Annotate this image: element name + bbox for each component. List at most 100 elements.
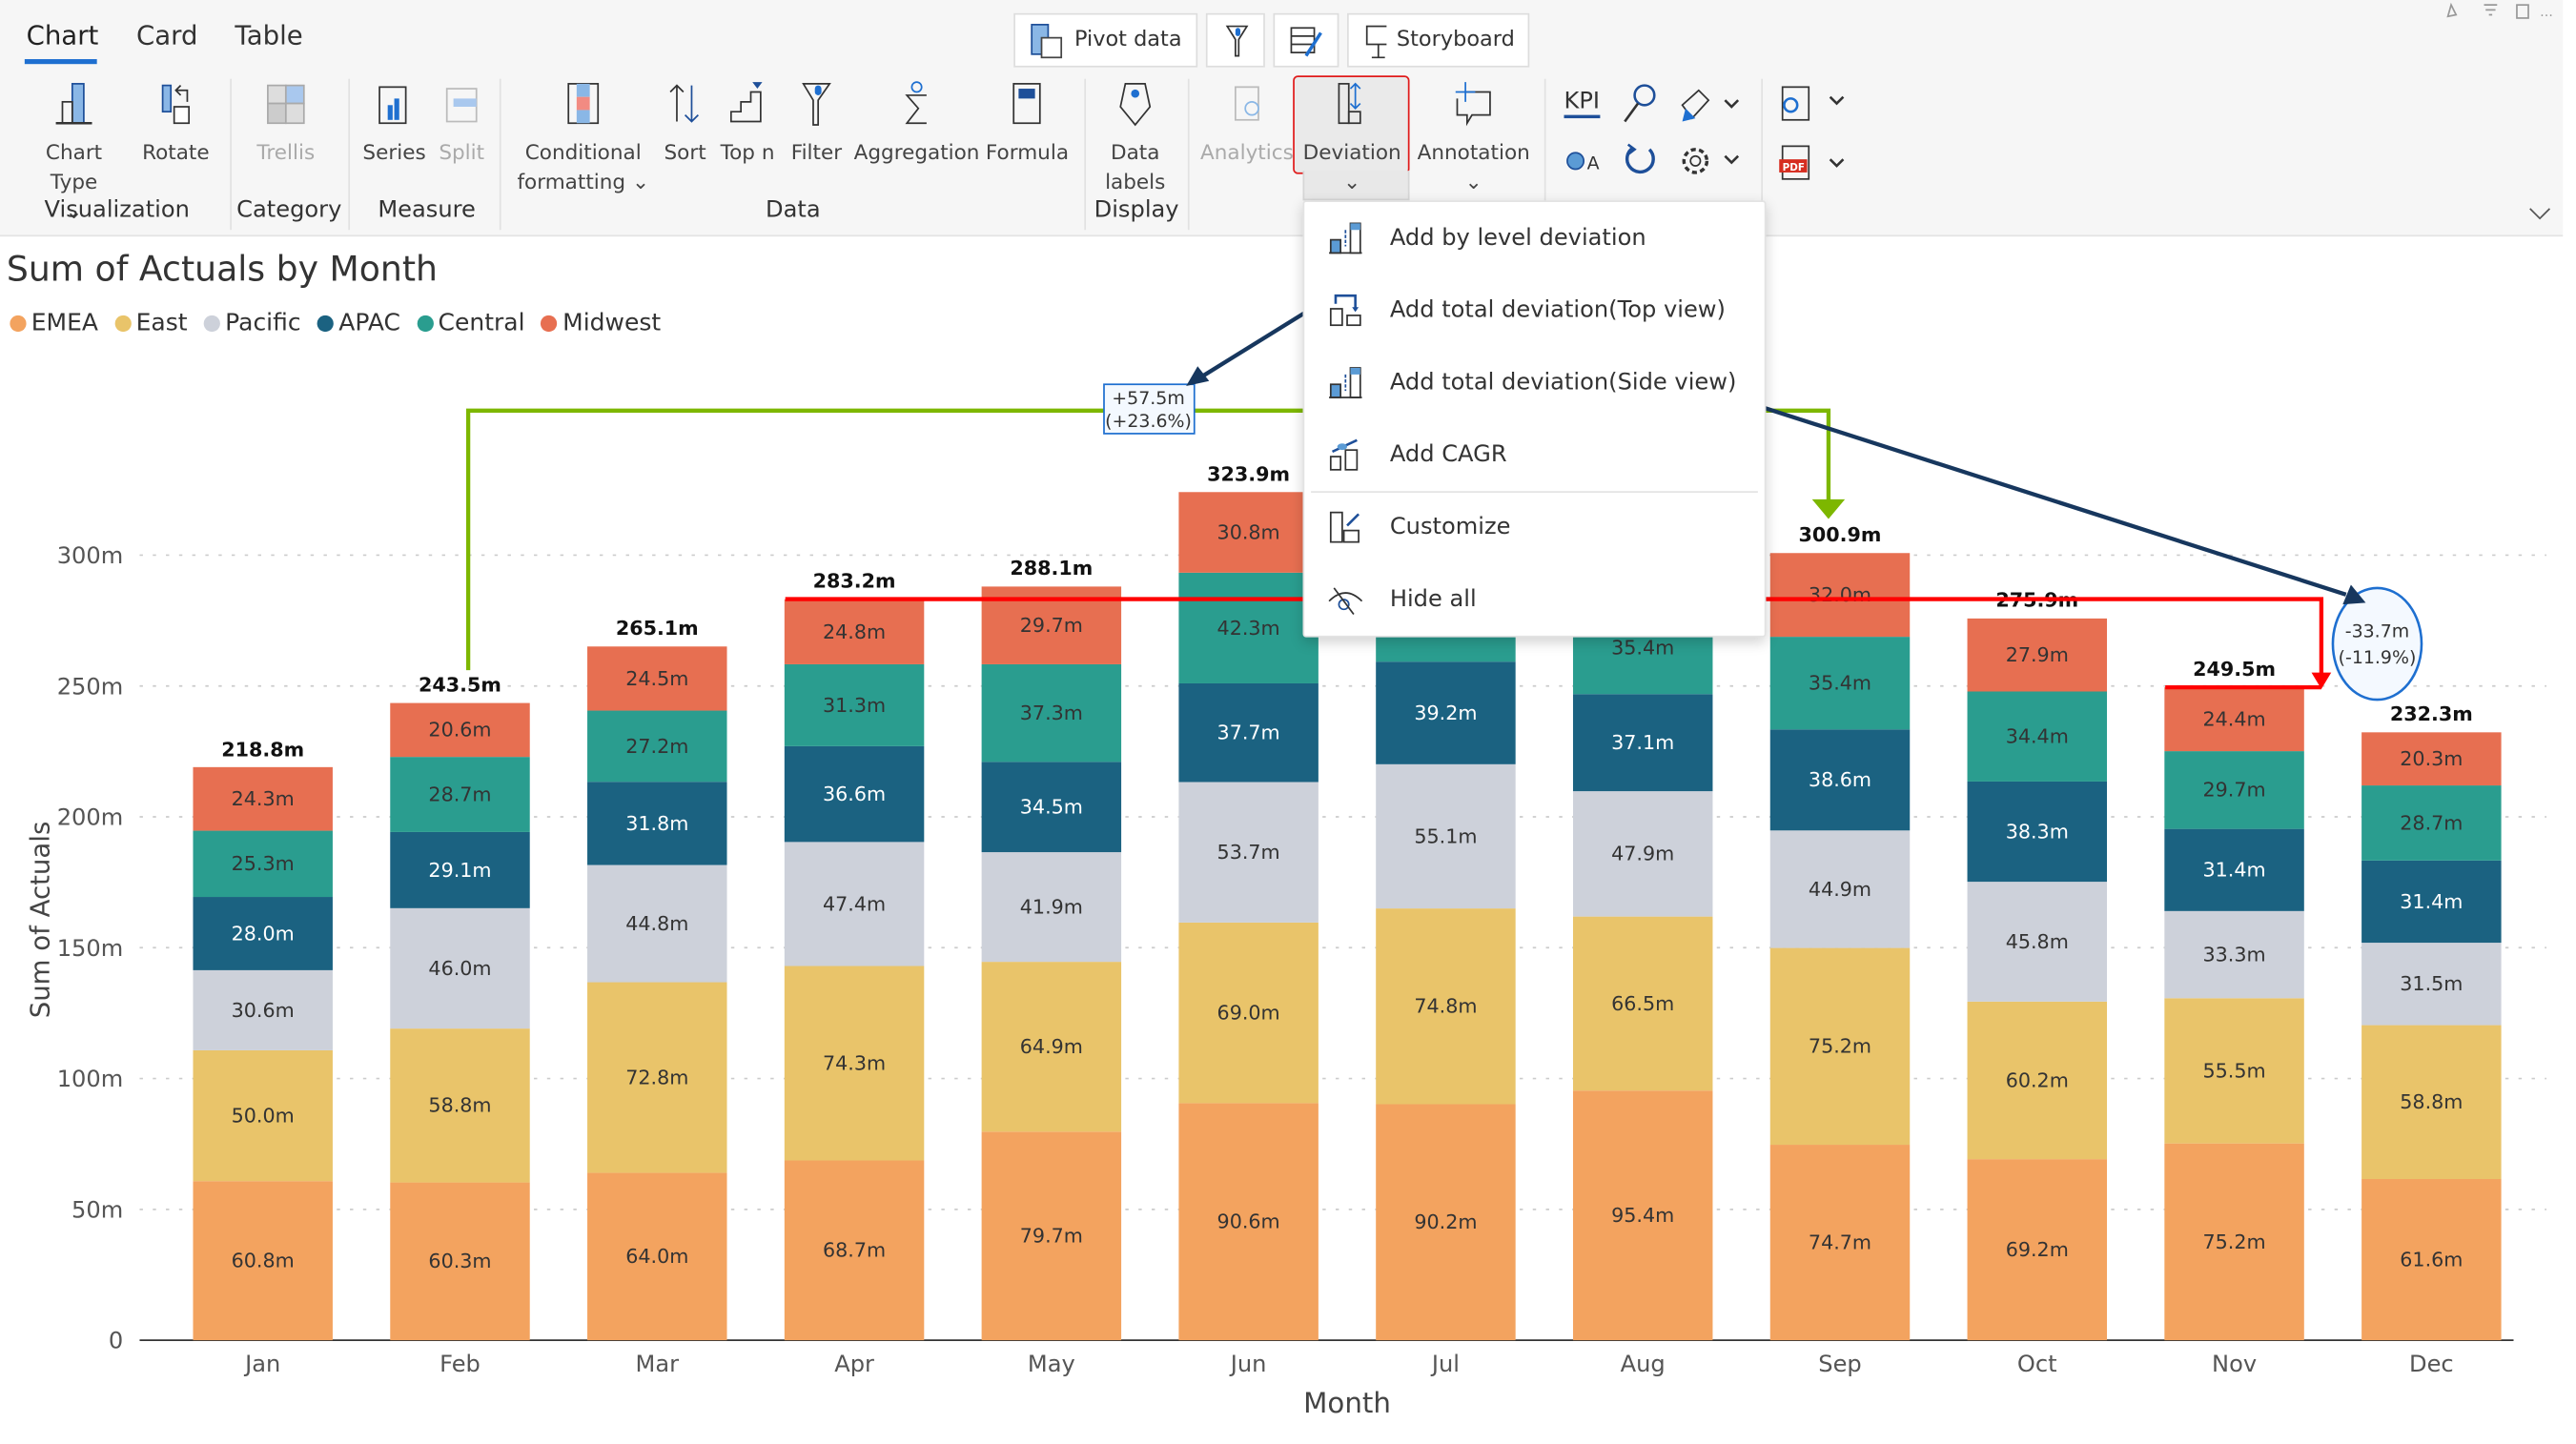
deviation-percent: (-11.9%) <box>2339 647 2417 668</box>
data-label: 58.8m <box>2400 1090 2463 1113</box>
data-label: 75.2m <box>1809 1035 1871 1058</box>
eye-hidden-icon <box>1328 587 1363 615</box>
menu-item-label: Add CAGR <box>1389 441 1507 469</box>
data-label: 74.8m <box>1414 995 1477 1018</box>
data-label: 28.7m <box>428 783 491 805</box>
data-label: 74.7m <box>1809 1230 1871 1253</box>
data-label: 60.8m <box>232 1250 295 1272</box>
stacked-bar-chart: 0 50m 100m 150m 200m 250m 300m Sum of Actuals Mo… <box>25 301 2546 1419</box>
data-label: 24.3m <box>232 787 295 810</box>
top-view-deviation-icon <box>1329 294 1361 327</box>
data-label: 33.3m <box>2203 943 2266 966</box>
data-label: 42.3m <box>1217 617 1280 640</box>
menu-item-add-by-level-deviation[interactable]: Add by level deviation <box>1304 205 1764 271</box>
callout-arrow-top-view <box>1201 301 1320 378</box>
data-label: 30.6m <box>232 999 295 1022</box>
x-tick-label: Jan <box>243 1351 280 1377</box>
data-label: 20.3m <box>2400 747 2463 770</box>
data-label: 31.4m <box>2203 859 2266 882</box>
data-label: 60.2m <box>2006 1068 2069 1091</box>
deviation-label-circle <box>2331 586 2423 702</box>
deviation-value: +57.5m <box>1112 388 1184 409</box>
x-axis-title: Month <box>1303 1387 1391 1419</box>
menu-divider <box>1311 491 1758 493</box>
data-label: 44.8m <box>625 912 688 935</box>
menu-item-label: Hide all <box>1389 586 1477 613</box>
data-label: 64.9m <box>1020 1035 1083 1058</box>
data-label: 61.6m <box>2400 1248 2463 1271</box>
data-label: 29.7m <box>1020 614 1083 637</box>
total-label: 249.5m <box>2193 658 2276 681</box>
y-tick-label: 50m <box>72 1196 123 1223</box>
side-view-deviation-icon <box>1329 367 1362 398</box>
menu-item-label: Add total deviation(Side view) <box>1389 369 1737 397</box>
data-label: 74.3m <box>823 1051 886 1074</box>
menu-item-add-total-deviation-side-view[interactable]: Add total deviation(Side view) <box>1304 350 1764 416</box>
data-label: 47.9m <box>1611 843 1674 865</box>
data-label: 37.3m <box>1020 702 1083 724</box>
data-label: 46.0m <box>428 957 491 980</box>
data-label: 68.7m <box>823 1239 886 1262</box>
data-label: 39.2m <box>1414 702 1477 724</box>
x-tick-label: Aug <box>1621 1351 1666 1377</box>
menu-item-add-total-deviation-top-view[interactable]: Add total deviation(Top view) <box>1304 277 1764 343</box>
data-label: 45.8m <box>2006 930 2069 953</box>
data-label: 24.4m <box>2203 707 2266 730</box>
x-tick-label: Dec <box>2409 1351 2454 1377</box>
data-label: 60.3m <box>428 1250 491 1272</box>
app-window: Chart Card Table Pivot data Storyboard C… <box>0 0 2576 1444</box>
total-label: 243.5m <box>419 674 501 697</box>
total-label: 232.3m <box>2390 702 2473 725</box>
data-label: 38.3m <box>2006 820 2069 843</box>
customize-icon <box>1329 511 1360 543</box>
data-label: 38.6m <box>1809 768 1871 791</box>
x-tick-label: Jul <box>1430 1351 1460 1377</box>
data-label: 20.6m <box>428 719 491 742</box>
total-label: 265.1m <box>616 617 699 640</box>
total-label: 218.8m <box>221 738 304 761</box>
data-label: 31.4m <box>2400 890 2463 913</box>
data-label: 32.0m <box>1809 583 1871 606</box>
data-label: 44.9m <box>1809 878 1871 901</box>
data-label: 24.8m <box>823 620 886 643</box>
data-label: 34.4m <box>2006 725 2069 748</box>
deviation-value: -33.7m <box>2345 621 2409 642</box>
x-tick-label: Jun <box>1229 1351 1267 1377</box>
data-label: 24.5m <box>625 667 688 690</box>
data-label: 41.9m <box>1020 895 1083 918</box>
y-tick-label: 250m <box>57 673 124 700</box>
data-label: 55.5m <box>2203 1059 2266 1082</box>
data-label: 90.2m <box>1414 1210 1477 1233</box>
data-label: 95.4m <box>1611 1204 1674 1227</box>
data-label: 34.5m <box>1020 796 1083 819</box>
y-axis-title: Sum of Actuals <box>25 822 56 1019</box>
cagr-icon <box>1329 438 1359 471</box>
data-label: 55.1m <box>1414 824 1477 847</box>
x-tick-label: Oct <box>2017 1351 2057 1377</box>
data-label: 69.2m <box>2006 1238 2069 1261</box>
level-deviation-icon <box>1329 222 1362 254</box>
menu-item-label: Add total deviation(Top view) <box>1389 296 1726 324</box>
total-label: 283.2m <box>813 570 896 593</box>
data-label: 79.7m <box>1020 1225 1083 1248</box>
y-tick-label: 100m <box>57 1066 124 1092</box>
data-label: 36.6m <box>823 783 886 805</box>
data-label: 31.8m <box>625 812 688 835</box>
data-label: 35.4m <box>1809 672 1871 695</box>
y-tick-label: 0 <box>109 1328 123 1354</box>
data-label: 29.7m <box>2203 779 2266 802</box>
total-label: 288.1m <box>1010 557 1093 580</box>
menu-item-customize[interactable]: Customize <box>1304 495 1764 560</box>
data-label: 31.5m <box>2400 972 2463 995</box>
menu-item-label: Customize <box>1389 514 1511 540</box>
x-tick-label: Sep <box>1818 1351 1861 1377</box>
menu-item-hide-all[interactable]: Hide all <box>1304 567 1764 633</box>
data-label: 35.4m <box>1611 637 1674 660</box>
data-label: 58.8m <box>428 1094 491 1117</box>
deviation-menu: Add by level deviation Add total deviati… <box>1302 200 1767 638</box>
menu-item-add-cagr[interactable]: Add CAGR <box>1304 422 1764 488</box>
data-label: 27.9m <box>2006 643 2069 666</box>
total-label: 323.9m <box>1207 463 1290 486</box>
x-tick-label: Mar <box>636 1351 680 1377</box>
data-label: 27.2m <box>625 735 688 758</box>
